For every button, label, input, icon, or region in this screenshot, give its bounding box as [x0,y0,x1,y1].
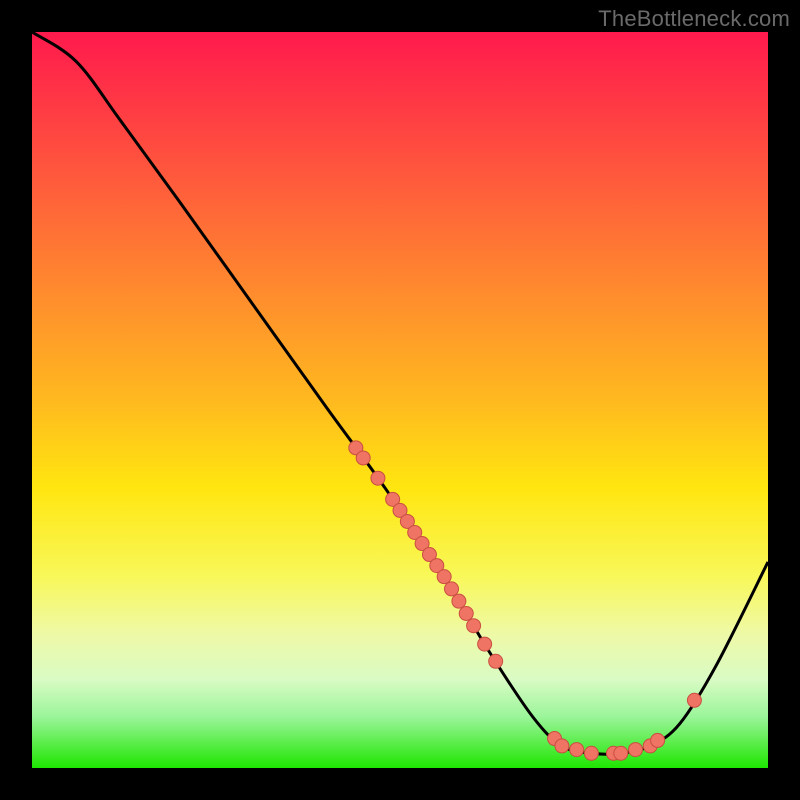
data-dot [371,471,385,485]
data-dot [555,739,569,753]
data-dot [478,637,492,651]
plot-area [32,32,768,768]
data-dot [651,733,665,747]
data-dot [489,654,503,668]
chart-frame: TheBottleneck.com [0,0,800,800]
data-dot [614,746,628,760]
curve-group [32,32,768,754]
data-dot [584,746,598,760]
data-dot [356,451,370,465]
watermark-text: TheBottleneck.com [598,6,790,32]
data-dot [437,570,451,584]
data-dot [687,693,701,707]
bottleneck-curve [32,32,768,768]
data-dot [467,619,481,633]
data-dot [459,606,473,620]
data-dot [452,594,466,608]
data-dot [445,582,459,596]
curve-path [32,32,768,754]
data-dot [629,743,643,757]
dots-group [349,441,702,760]
data-dot [570,743,584,757]
